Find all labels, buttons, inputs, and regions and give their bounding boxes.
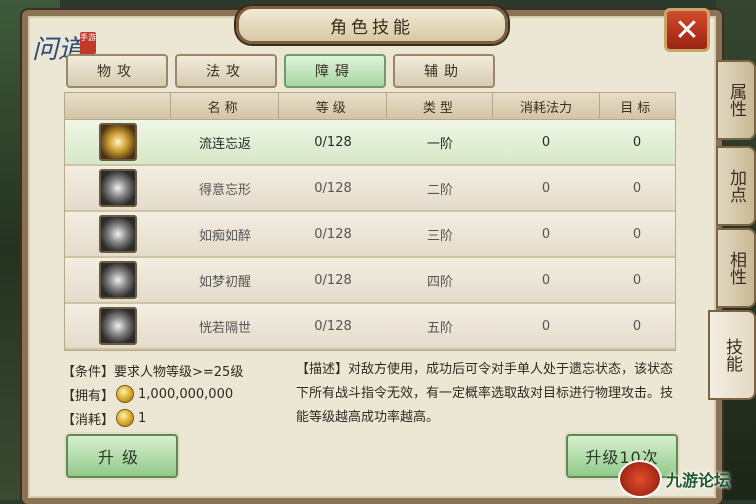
tab-label: 物攻 [97, 64, 137, 80]
header-level: 等级 [278, 93, 386, 119]
tab-physical-attack[interactable]: 物攻 [66, 54, 168, 88]
skill-target: 0 [632, 226, 642, 242]
tab-label: 法攻 [206, 64, 246, 80]
skill-description: 【描述】对敌方使用，成功后可令对手单人处于遗忘状态，该状态下所有战斗指令无效，有… [296, 362, 674, 425]
tab-label: 障碍 [315, 64, 355, 80]
ornate-mask-icon [99, 215, 137, 253]
requirements-info: 【条件】要求人物等级>=25级 【拥有】 1,000,000,000 【消耗】 … [62, 358, 294, 430]
side-tab-label: 加点 [726, 169, 746, 203]
skill-type: 五阶 [426, 320, 453, 336]
title-plate: 角色技能 [236, 6, 508, 44]
watermark: 九游论坛 [618, 458, 756, 500]
table-row[interactable]: 如梦初醒 0/128 四阶 0 0 [65, 258, 675, 304]
owned-label: 【拥有】 [62, 388, 115, 404]
skill-type: 四阶 [426, 274, 453, 290]
panel-title: 角色技能 [330, 17, 414, 38]
cost-value: 1 [138, 410, 147, 426]
watermark-text: 九游论坛 [666, 471, 731, 490]
skill-name: 如梦初醒 [198, 274, 251, 290]
condition-line: 【条件】要求人物等级>=25级 [62, 364, 244, 380]
table-header: 名称 等级 类型 消耗法力 目标 [65, 93, 675, 120]
table-row[interactable]: 如痴如醉 0/128 三阶 0 0 [65, 212, 675, 258]
skill-cost: 0 [541, 226, 551, 242]
tab-support[interactable]: 辅助 [393, 54, 495, 88]
skill-cost: 0 [541, 318, 551, 334]
side-tab-label: 相性 [726, 251, 746, 285]
logo-seal: 手游 [80, 32, 96, 54]
table-row[interactable]: 恍若隔世 0/128 五阶 0 0 [65, 304, 675, 350]
close-button[interactable]: ✕ [664, 8, 710, 52]
skill-type: 二阶 [426, 182, 453, 198]
coin-icon [116, 409, 135, 427]
skill-name: 恍若隔世 [198, 320, 251, 336]
skill-level: 0/128 [314, 272, 352, 288]
side-tab-label: 属性 [726, 83, 746, 117]
header-type: 类型 [386, 93, 492, 119]
table-row[interactable]: 得意忘形 0/128 二阶 0 0 [65, 166, 675, 212]
side-tab-label: 技能 [722, 338, 742, 372]
header-name: 名称 [170, 93, 278, 119]
skill-target: 0 [632, 180, 642, 196]
upgrade-button-label: 升级 [97, 448, 146, 467]
sparkle-burst-icon [99, 261, 137, 299]
watermark-logo-icon [618, 460, 662, 498]
gold-swirl-icon [99, 123, 137, 161]
owned-line: 【拥有】 1,000,000,000 [62, 382, 294, 406]
cost-label: 【消耗】 [62, 412, 115, 428]
skill-target: 0 [632, 134, 642, 150]
skill-cost: 0 [541, 180, 551, 196]
header-mana-cost: 消耗法力 [492, 93, 598, 119]
owned-value: 1,000,000,000 [138, 386, 234, 402]
skill-name: 流连忘返 [198, 136, 251, 152]
skill-level: 0/128 [314, 180, 352, 196]
side-tab-add-points[interactable]: 加点 [716, 146, 756, 226]
cost-line: 【消耗】 1 [62, 406, 294, 430]
skill-name: 如痴如醉 [198, 228, 251, 244]
skill-level: 0/128 [314, 226, 352, 242]
white-swirl-icon [99, 169, 137, 207]
skill-target: 0 [632, 318, 642, 334]
coin-icon [116, 385, 135, 403]
skill-table: 名称 等级 类型 消耗法力 目标 流连忘返 0/128 一阶 0 0 得意忘形 … [64, 92, 676, 351]
skill-target: 0 [632, 272, 642, 288]
upgrade-button[interactable]: 升级 [66, 434, 178, 478]
skill-level: 0/128 [314, 318, 352, 334]
header-target: 目标 [598, 93, 675, 119]
tab-label: 辅助 [424, 64, 464, 80]
skill-level: 0/128 [314, 134, 352, 150]
header-icon [65, 93, 170, 119]
skill-type: 一阶 [426, 136, 453, 152]
side-tab-affinity[interactable]: 相性 [716, 228, 756, 308]
close-icon: ✕ [674, 12, 700, 48]
tab-obstruction[interactable]: 障碍 [284, 54, 386, 88]
side-tab-skills[interactable]: 技能 [708, 310, 756, 400]
skill-name: 得意忘形 [198, 182, 251, 198]
light-burst-icon [99, 307, 137, 345]
skill-type: 三阶 [426, 228, 453, 244]
skill-cost: 0 [541, 272, 551, 288]
side-tab-attributes[interactable]: 属性 [716, 60, 756, 140]
tab-magic-attack[interactable]: 法攻 [175, 54, 277, 88]
table-row[interactable]: 流连忘返 0/128 一阶 0 0 [65, 120, 675, 166]
skill-cost: 0 [541, 134, 551, 150]
